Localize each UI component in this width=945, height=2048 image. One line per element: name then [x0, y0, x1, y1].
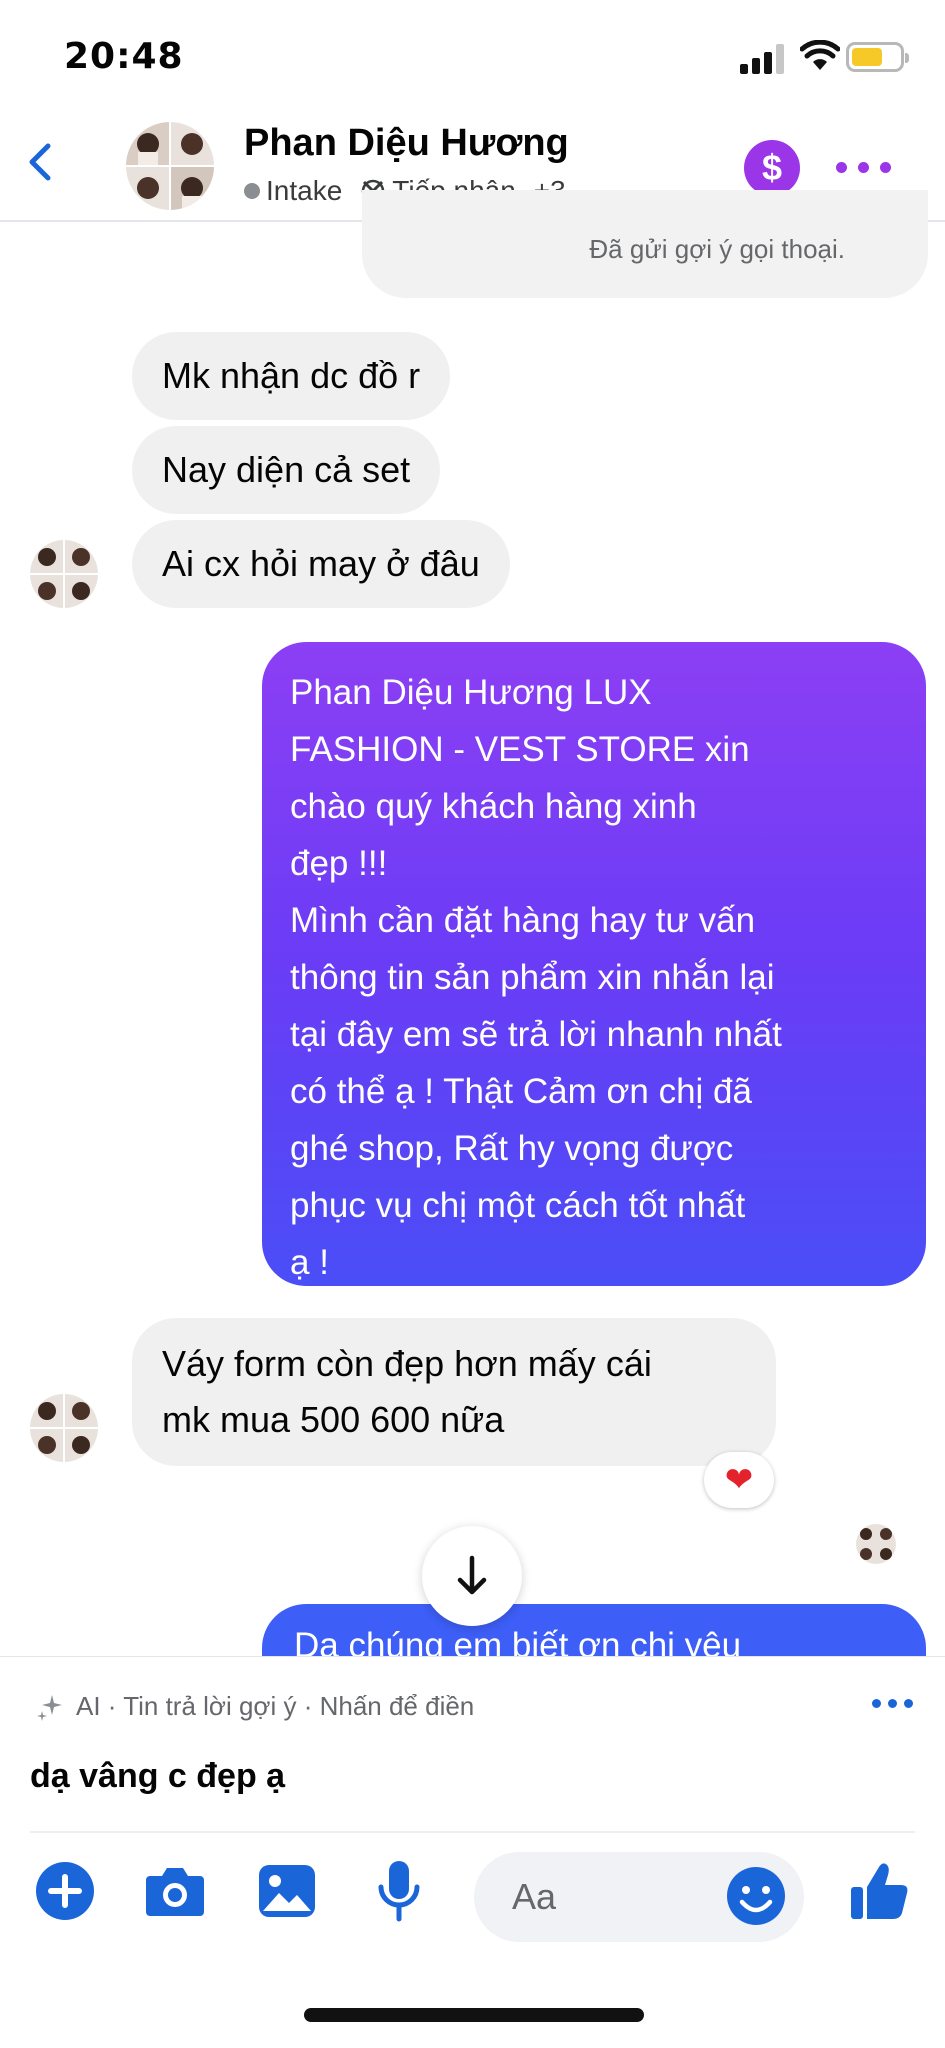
divider: [30, 1831, 915, 1833]
tag-label: Intake: [266, 175, 343, 206]
message-line: thông tin sản phẩm xin nhắn lại: [290, 958, 775, 997]
message-line: ghé shop, Rất hy vọng được: [290, 1129, 734, 1168]
cellular-signal-icon: [740, 44, 786, 74]
ai-suggestion-label: AI · Tin trả lời gợi ý · Nhấn để điền: [36, 1691, 474, 1722]
sender-avatar[interactable]: [30, 540, 98, 608]
camera-button[interactable]: [140, 1856, 210, 1926]
outgoing-message[interactable]: Phan Diệu Hương LUX FASHION - VEST STORE…: [262, 642, 926, 1286]
sender-avatar[interactable]: [30, 1394, 98, 1462]
incoming-message[interactable]: Váy form còn đẹp hơn mấy cái mk mua 500 …: [132, 1318, 776, 1466]
system-note: Đã gửi gợi ý gọi thoại.: [589, 234, 845, 264]
messenger-chat-screen: 20:48 Phan Diệu Hương Intake $ Đã gửi gợ…: [0, 0, 945, 2048]
ai-label-text: AI · Tin trả lời gợi ý · Nhấn để điền: [76, 1691, 475, 1721]
input-placeholder: Aa: [512, 1876, 557, 1917]
message-line: tại đây em sẽ trả lời nhanh nhất: [290, 1015, 782, 1054]
message-line: Phan Diệu Hương LUX: [290, 673, 652, 712]
suggestion-more-icon[interactable]: [872, 1693, 918, 1717]
message-line: có thể ạ ! Thật Cảm ơn chị đã: [290, 1072, 752, 1111]
more-options-icon[interactable]: [836, 148, 892, 188]
thumbs-up-icon: [851, 1863, 908, 1919]
home-indicator: [304, 2008, 644, 2022]
gallery-button[interactable]: [252, 1856, 322, 1926]
message-line: FASHION - VEST STORE xin: [290, 730, 750, 769]
contact-avatar[interactable]: [126, 122, 214, 210]
sparkle-icon: [37, 1694, 62, 1721]
message-line: chào quý khách hàng xinh: [290, 787, 697, 826]
incoming-message[interactable]: Nay diện cả set: [132, 426, 441, 514]
add-button[interactable]: [30, 1856, 100, 1926]
seen-avatar: [856, 1524, 896, 1564]
heart-reaction-icon[interactable]: ❤: [704, 1452, 774, 1508]
incoming-message[interactable]: Mk nhận dc đồ r: [132, 332, 451, 420]
voice-button[interactable]: [364, 1856, 434, 1926]
contact-name[interactable]: Phan Diệu Hương: [244, 122, 569, 165]
payment-dollar-icon[interactable]: $: [744, 140, 800, 196]
wifi-icon: [800, 40, 840, 70]
message-line: Váy form còn đẹp hơn mấy cái: [162, 1343, 652, 1384]
message-line: đẹp !!!: [290, 844, 388, 883]
status-time: 20:48: [64, 36, 184, 77]
plus-icon: [36, 1862, 94, 1920]
emoji-icon[interactable]: [724, 1864, 788, 1928]
status-dot-icon: [244, 183, 260, 199]
message-input[interactable]: Aa: [474, 1852, 804, 1942]
message-line: ạ !: [290, 1243, 329, 1282]
microphone-icon: [378, 1861, 420, 1922]
back-chevron-icon[interactable]: [16, 132, 66, 192]
camera-icon: [146, 1868, 204, 1916]
message-composer: Aa: [0, 1838, 945, 1958]
image-icon: [259, 1865, 315, 1917]
message-line: phục vụ chị một cách tốt nhất: [290, 1186, 746, 1225]
message-line: Mình cần đặt hàng hay tư vấn: [290, 901, 756, 940]
suggested-reply[interactable]: dạ vâng c đẹp ạ: [30, 1757, 285, 1796]
incoming-message[interactable]: Ai cx hỏi may ở đâu: [132, 520, 510, 608]
battery-icon: [846, 42, 909, 72]
arrow-down-icon: [457, 1555, 487, 1595]
status-bar: 20:48: [0, 0, 945, 112]
tag-intake[interactable]: Intake: [244, 175, 342, 207]
scroll-to-bottom-button[interactable]: [422, 1526, 522, 1626]
like-button[interactable]: [844, 1856, 914, 1926]
message-line: mk mua 500 600 nữa: [162, 1399, 505, 1440]
